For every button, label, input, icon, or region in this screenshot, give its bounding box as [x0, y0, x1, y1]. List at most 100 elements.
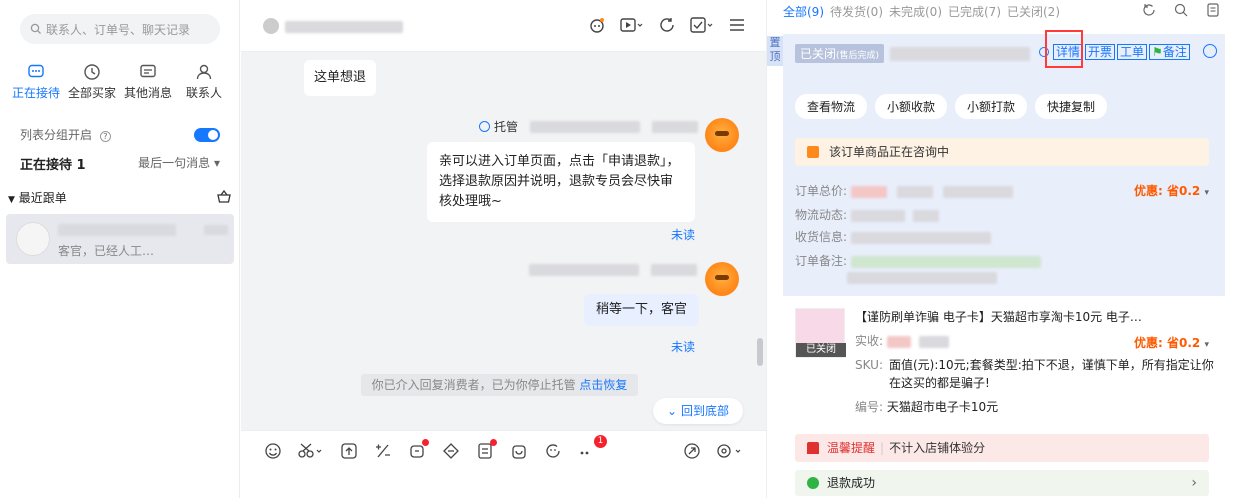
- refund-success-row[interactable]: 退款成功 ›: [795, 470, 1209, 496]
- system-message: 你已介入回复消费者，已为你停止托管 点击恢复: [361, 374, 638, 396]
- basket-icon[interactable]: [216, 188, 232, 207]
- tab-other-messages[interactable]: 其他消息: [120, 62, 176, 101]
- view-logistics-button[interactable]: 查看物流: [795, 94, 868, 119]
- chevron-right-icon: ›: [1191, 475, 1197, 491]
- bot-reply: 亲可以进入订单页面，点击「申请退款」，选择退款原因并说明，退款专员会尽快审核处理…: [427, 142, 695, 222]
- search-icon: [30, 23, 41, 34]
- robot-small-icon: [479, 121, 490, 132]
- field-total: 订单总价:: [795, 182, 1013, 199]
- menu-icon[interactable]: [728, 16, 746, 37]
- product-code: 编号: 天猫超市电子卡10元: [855, 400, 999, 414]
- discount-icon[interactable]: [373, 441, 393, 461]
- discount-label[interactable]: 优惠: 省0.2 ▾: [1134, 182, 1209, 199]
- chat-bubble-icon: [8, 62, 64, 82]
- caret-down-icon: ▼: [8, 195, 15, 205]
- unread-label: 未读: [671, 340, 696, 354]
- search-icon[interactable]: [1174, 3, 1188, 20]
- tab-contacts[interactable]: 联系人: [176, 62, 232, 101]
- coupon-icon[interactable]: [441, 441, 461, 461]
- filter-closed[interactable]: 已关闭(2): [1007, 3, 1060, 20]
- flag-icon: ⚑: [1152, 45, 1163, 59]
- filter-to-ship[interactable]: 待发货(0): [830, 3, 883, 20]
- product-item[interactable]: 已关闭 【谨防刷单诈骗 电子卡】天猫超市享淘卡10元 电子… 实收: 优惠: 省…: [783, 300, 1225, 430]
- settings-chat-icon[interactable]: [716, 441, 744, 461]
- product-status: 已关闭: [796, 343, 846, 357]
- filter-unfinished[interactable]: 未完成(0): [889, 3, 942, 20]
- tab-all-buyers[interactable]: 全部买家: [64, 62, 120, 101]
- more-icon[interactable]: 1: [577, 435, 607, 461]
- avatar: [263, 18, 279, 34]
- header-tools: [588, 16, 746, 37]
- order-header: 已关闭(售后完成): [795, 44, 1031, 63]
- small-pay-button[interactable]: 小额打款: [955, 94, 1028, 119]
- task-check-icon[interactable]: [690, 16, 714, 37]
- avatar: [16, 222, 50, 256]
- sender-redacted: [529, 262, 697, 276]
- bag-icon[interactable]: [509, 441, 529, 461]
- bot-avatar: [705, 118, 739, 152]
- quick-copy-button[interactable]: 快捷复制: [1035, 94, 1108, 119]
- clock-icon: [64, 62, 120, 82]
- conversation-item[interactable]: 客官，已经人工…: [6, 214, 234, 264]
- tab-label: 联系人: [185, 86, 222, 100]
- receiving-title: 正在接待 1: [20, 158, 86, 173]
- chat-panel: 这单想退 托管 亲可以进入订单页面，点击「申请退款」，选择退款原因并说明，退款专…: [241, 0, 766, 498]
- status-badge: 已关闭(售后完成): [795, 44, 885, 63]
- video-icon[interactable]: [620, 16, 644, 37]
- chat-scrollbar[interactable]: [757, 338, 763, 366]
- field-remark-2: [847, 270, 997, 284]
- tab-receiving[interactable]: 正在接待: [8, 62, 64, 101]
- message-icon: [120, 62, 176, 82]
- order-card: 已关闭(售后完成) 详情 开票 工单 ⚑备注 查看物流 小额收款 小额打款 快捷…: [783, 30, 1225, 296]
- order-id-redacted: [890, 46, 1031, 61]
- filter-all[interactable]: 全部(9): [783, 3, 824, 20]
- group-toggle[interactable]: [194, 127, 220, 142]
- contact-name-redacted: [58, 222, 228, 236]
- bot-icon[interactable]: [588, 16, 606, 37]
- collapse-icon[interactable]: [1203, 44, 1217, 58]
- product-title: 【谨防刷单诈骗 电子卡】天猫超市享淘卡10元 电子…: [855, 310, 1142, 324]
- sort-dropdown[interactable]: 最后一句消息 ▾: [138, 154, 220, 173]
- invoice-link[interactable]: 开票: [1085, 44, 1116, 60]
- scissors-icon[interactable]: [297, 441, 325, 461]
- product-discount[interactable]: 优惠: 省0.2 ▾: [1134, 334, 1209, 351]
- chat-header: [241, 0, 766, 52]
- resume-link[interactable]: 点击恢复: [579, 378, 627, 392]
- smile-reply-icon[interactable]: [543, 441, 563, 461]
- alarm-icon: [807, 442, 819, 454]
- help-icon: ?: [99, 131, 111, 142]
- person-icon: [176, 62, 232, 82]
- conversation-sidebar: 联系人、订单号、聊天记录 正在接待 全部买家 其他消息 联系人 列表分组开启 ?…: [0, 0, 240, 498]
- field-logistics: 物流动态:: [795, 206, 939, 223]
- conversation-preview: 客官，已经人工…: [58, 244, 155, 258]
- pin-top-label[interactable]: 置顶: [767, 36, 783, 66]
- recent-follow-row: ▼ 最近跟单: [8, 188, 232, 207]
- order-panel: 全部(9) 待发货(0) 未完成(0) 已完成(7) 已关闭(2) 置顶 已关闭…: [766, 0, 1240, 498]
- group-toggle-row: 列表分组开启 ?: [20, 126, 220, 143]
- tab-label: 全部买家: [67, 86, 116, 100]
- order-quick-buttons: 查看物流 小额收款 小额打款 快捷复制: [795, 94, 1108, 119]
- back-to-bottom-button[interactable]: ⌄ 回到底部: [653, 398, 743, 424]
- group-label: 列表分组开启: [20, 128, 93, 142]
- nav-tabs: 正在接待 全部买家 其他消息 联系人: [8, 62, 232, 101]
- robot-reply-icon[interactable]: [407, 439, 429, 461]
- order-card-icon[interactable]: [475, 439, 497, 461]
- small-collect-button[interactable]: 小额收款: [875, 94, 948, 119]
- refresh-icon[interactable]: [658, 16, 676, 37]
- panel-tools: [1142, 3, 1220, 20]
- note-link[interactable]: ⚑备注: [1149, 44, 1190, 60]
- search-input[interactable]: 联系人、订单号、聊天记录: [20, 14, 220, 44]
- refresh-icon[interactable]: [1142, 3, 1156, 20]
- document-icon[interactable]: [1206, 3, 1220, 20]
- field-address: 收货信息:: [795, 228, 991, 245]
- bot-tag-row: 托管: [479, 118, 699, 135]
- upload-icon[interactable]: [339, 441, 359, 461]
- agent-avatar: [705, 262, 739, 296]
- tab-label: 其他消息: [123, 86, 172, 100]
- send-arrow-icon[interactable]: [682, 441, 702, 461]
- filter-finished[interactable]: 已完成(7): [948, 3, 1001, 20]
- product-sku: SKU: 面值(元):10元;套餐类型:拍下不退，谨慎下单，所有指定让你 在这买的…: [855, 358, 1214, 390]
- ticket-link[interactable]: 工单: [1117, 44, 1148, 60]
- input-toolbar: 1: [241, 430, 766, 498]
- emoji-icon[interactable]: [263, 441, 283, 461]
